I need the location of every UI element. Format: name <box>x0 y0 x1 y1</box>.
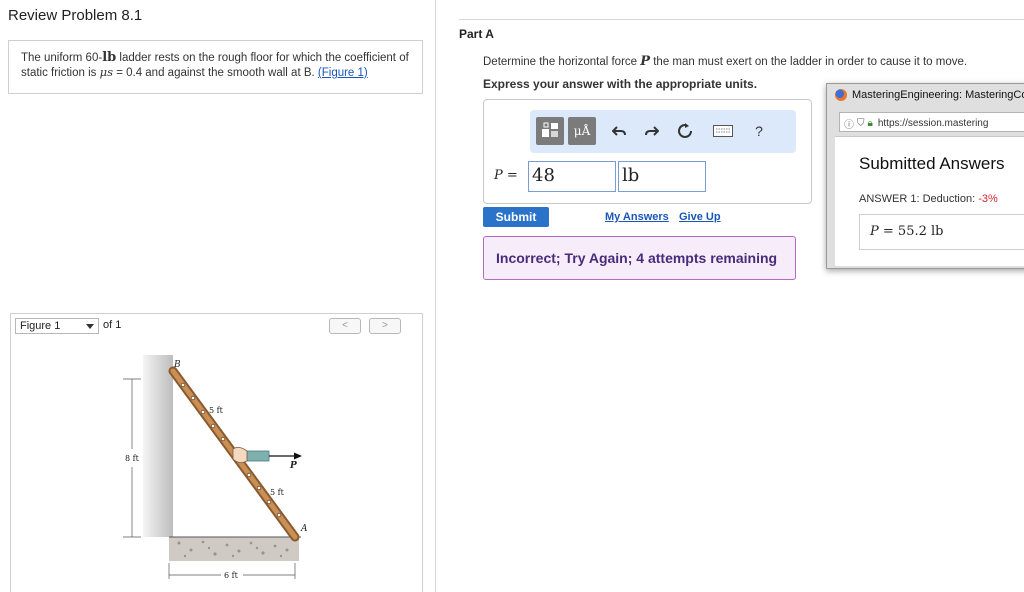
deduction-value: -3% <box>978 193 998 205</box>
question-var: P <box>640 54 651 69</box>
give-up-link[interactable]: Give Up <box>679 211 721 223</box>
shield-icon: ⛉ <box>857 118 865 129</box>
part-title: Part A <box>459 27 494 41</box>
figure-link[interactable]: (Figure 1) <box>318 67 368 79</box>
problem-text-post: = 0.4 and against the smooth wall at B. <box>113 67 315 79</box>
templates-icon <box>542 122 558 137</box>
submitted-answer-value: 55.2 lb <box>897 224 944 239</box>
submitted-answer: P = 55.2 lb <box>859 214 1024 250</box>
answer-label: P = <box>494 168 518 183</box>
problem-statement: The uniform 60-lb ladder rests on the ro… <box>8 40 423 94</box>
undo-icon[interactable] <box>610 122 628 140</box>
problem-unit-lb: lb <box>102 50 117 65</box>
info-icon: ⓘ <box>844 120 854 131</box>
hand <box>232 447 248 463</box>
redo-icon[interactable] <box>643 122 661 140</box>
submit-button[interactable]: Submit <box>483 207 549 227</box>
label-p: P <box>289 461 297 471</box>
review-title: Review Problem 8.1 <box>8 7 143 24</box>
answer-value-input[interactable]: 48 <box>528 161 616 192</box>
figure-area: B A P 5 ft 5 ft 8 ft 6 ft <box>10 337 423 592</box>
reset-icon[interactable] <box>676 122 694 140</box>
figure-next-button[interactable]: > <box>369 318 401 334</box>
question-pre: Determine the horizontal force <box>483 56 641 68</box>
popup-title-bar: MasteringEngineering: MasteringCo <box>835 89 1024 101</box>
figure-toolbar: Figure 1 of 1 < > <box>10 313 423 337</box>
units-button[interactable]: μÅ <box>568 117 596 145</box>
floor <box>169 537 299 561</box>
label-upper-segment: 5 ft <box>209 406 224 415</box>
browser-icon <box>835 89 847 101</box>
sleeve <box>246 450 270 462</box>
question-post: the man must exert on the ladder in orde… <box>650 56 968 68</box>
answer-box: μÅ ? P = 48 lb <box>483 99 812 204</box>
feedback-message: Incorrect; Try Again; 4 attempts remaini… <box>483 236 796 280</box>
answer-label-var: P <box>494 168 503 183</box>
answer-unit-input[interactable]: lb <box>618 161 706 192</box>
label-height: 8 ft <box>125 454 140 463</box>
mu-symbol: μs <box>99 65 113 79</box>
popup-url-bar[interactable]: ⓘ ⛉ 🔒︎ https://session.mastering <box>839 112 1024 132</box>
lock-icon: 🔒︎ <box>867 118 873 129</box>
ladder-diagram: B A P 5 ft 5 ft 8 ft 6 ft <box>123 355 308 580</box>
submitted-answers-window: MasteringEngineering: MasteringCo ⓘ ⛉ 🔒︎… <box>826 83 1024 269</box>
question-text: Determine the horizontal force P the man… <box>483 54 967 69</box>
figure-prev-button[interactable]: < <box>329 318 361 334</box>
label-base: 6 ft <box>224 571 239 580</box>
label-lower-segment: 5 ft <box>270 488 285 497</box>
figure-select-value: Figure 1 <box>20 320 61 332</box>
popup-url: https://session.mastering <box>877 118 989 129</box>
deduction-text: ANSWER 1: Deduction: -3% <box>859 193 998 205</box>
my-answers-link[interactable]: My Answers <box>605 211 669 223</box>
popup-title: MasteringEngineering: MasteringCo <box>852 89 1024 101</box>
part-divider <box>459 19 1024 20</box>
submitted-answer-var: P <box>870 224 879 239</box>
submitted-answers-heading: Submitted Answers <box>859 154 1005 173</box>
label-b: B <box>173 360 181 370</box>
arrow-head-icon <box>294 452 302 460</box>
templates-button[interactable] <box>536 117 564 145</box>
wall <box>143 355 173 537</box>
problem-panel: Review Problem 8.1 The uniform 60-lb lad… <box>0 0 436 592</box>
keyboard-icon[interactable] <box>712 122 734 140</box>
figure-count: of 1 <box>103 319 122 331</box>
instructions: Express your answer with the appropriate… <box>483 77 758 91</box>
help-button[interactable]: ? <box>750 122 768 140</box>
answer-label-eq: = <box>502 168 518 183</box>
submitted-answer-eq: = <box>878 224 898 239</box>
label-a: A <box>300 524 308 534</box>
figure-select[interactable]: Figure 1 <box>15 318 99 334</box>
popup-body: Submitted Answers ANSWER 1: Deduction: -… <box>835 136 1024 266</box>
deduction-label: ANSWER 1: Deduction: <box>859 193 979 205</box>
math-toolbar: μÅ ? <box>530 110 796 153</box>
problem-text-pre: The uniform 60- <box>21 52 103 64</box>
chevron-down-icon <box>86 324 94 329</box>
